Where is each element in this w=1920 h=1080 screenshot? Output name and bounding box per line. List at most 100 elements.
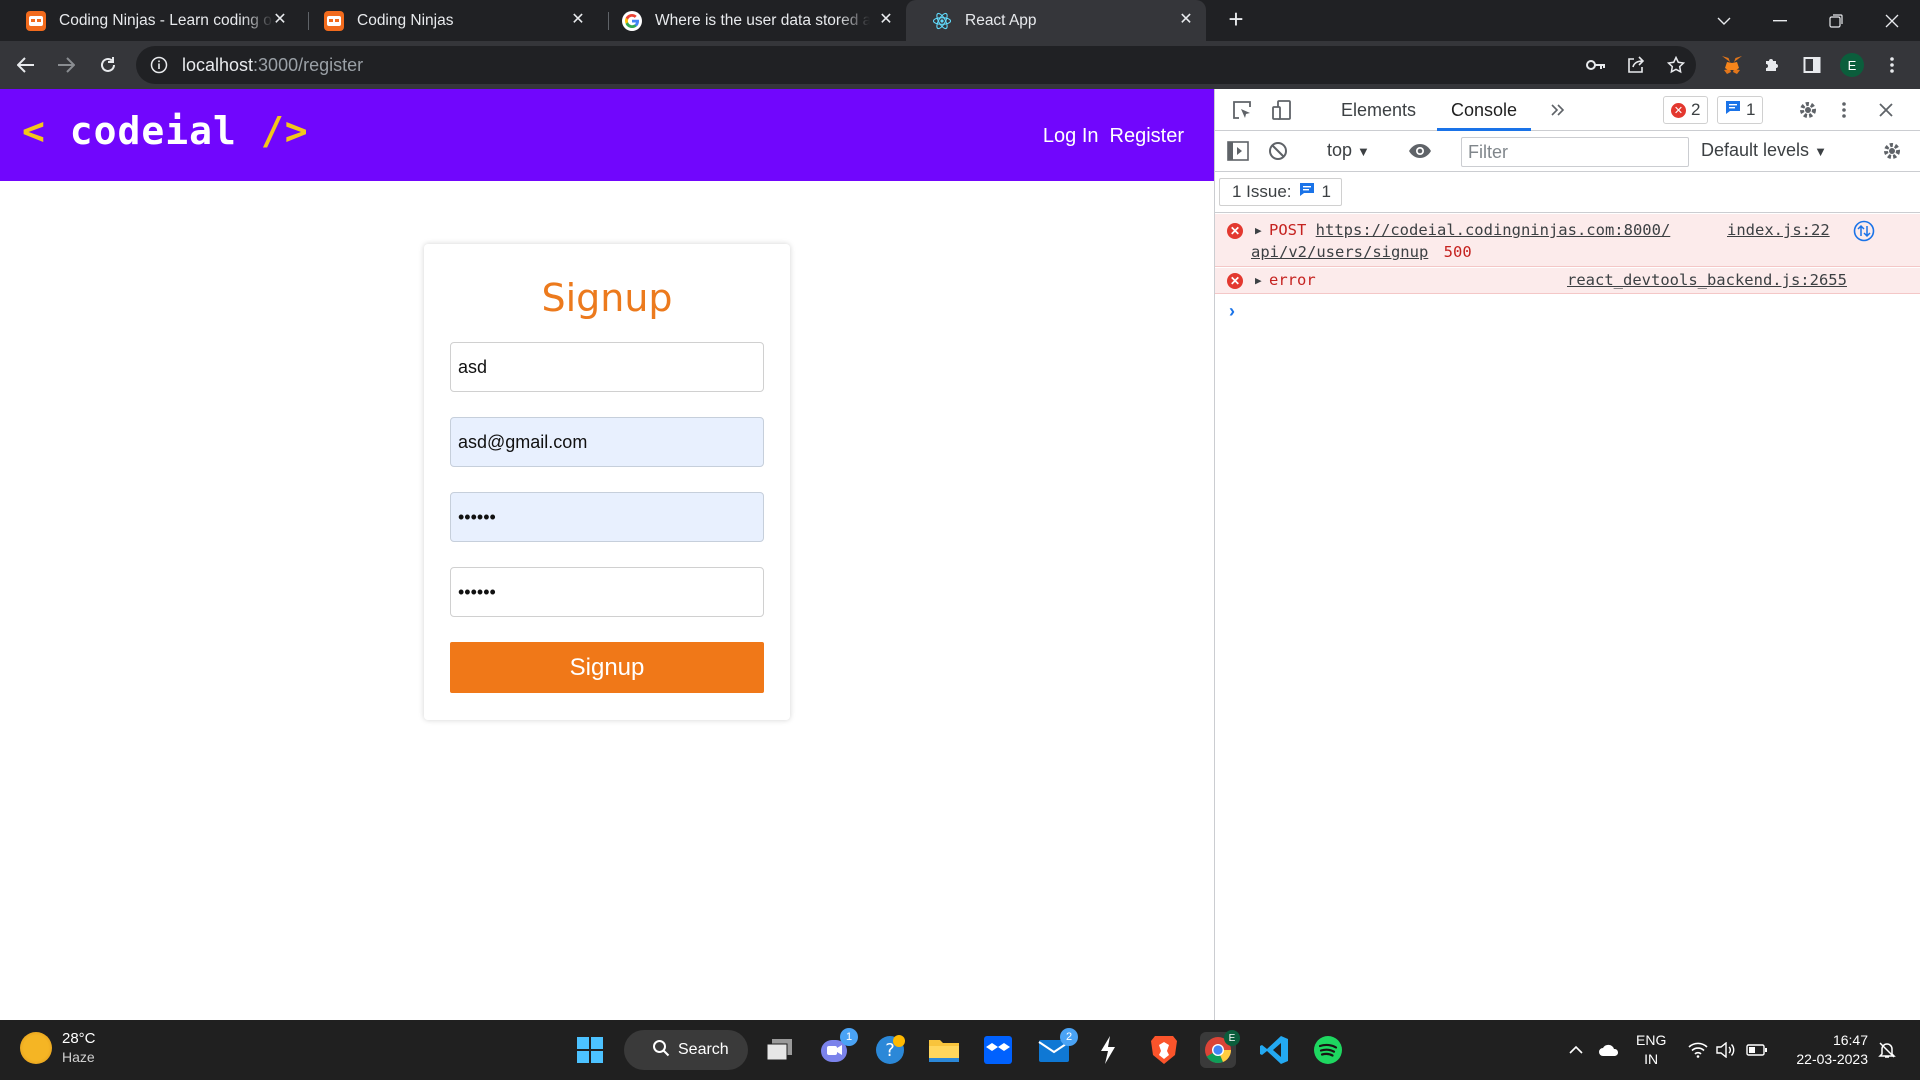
devtools-menu-icon[interactable] bbox=[1831, 97, 1857, 123]
tab-coding-ninjas[interactable]: Coding Ninjas ✕ bbox=[298, 0, 598, 41]
teams-chat-icon[interactable]: 1 bbox=[816, 1028, 858, 1068]
dropbox-icon[interactable] bbox=[980, 1032, 1016, 1068]
task-view-icon[interactable] bbox=[762, 1032, 798, 1068]
show-hidden-icons-chevron[interactable] bbox=[1568, 1020, 1584, 1080]
clear-console-icon[interactable] bbox=[1265, 138, 1291, 164]
more-tabs-chevron-icon[interactable] bbox=[1545, 97, 1571, 123]
window-controls bbox=[1696, 0, 1920, 41]
name-field[interactable] bbox=[450, 342, 764, 392]
register-link[interactable]: Register bbox=[1110, 125, 1184, 148]
issues-count: 1 bbox=[1321, 182, 1332, 201]
minimize-icon[interactable] bbox=[1752, 0, 1808, 41]
confirm-password-field[interactable] bbox=[450, 567, 764, 617]
network-request-icon[interactable] bbox=[1853, 220, 1875, 246]
context-label: top bbox=[1327, 140, 1353, 160]
system-clock[interactable]: 16:47 22-03-2023 bbox=[1796, 1031, 1868, 1069]
spotify-icon[interactable] bbox=[1310, 1032, 1346, 1068]
device-toolbar-icon[interactable] bbox=[1269, 97, 1295, 123]
restore-icon[interactable] bbox=[1808, 0, 1864, 41]
profile-badge: E bbox=[1224, 1030, 1240, 1046]
settings-gear-icon[interactable] bbox=[1795, 97, 1821, 123]
bookmark-star-icon[interactable] bbox=[1656, 46, 1696, 84]
tab-google-search[interactable]: Where is the user data stored after sign… bbox=[596, 0, 906, 41]
tab-title: Where is the user data stored after sign… bbox=[655, 11, 870, 29]
message-icon bbox=[1725, 100, 1741, 120]
reload-icon[interactable] bbox=[94, 51, 122, 79]
signup-button[interactable]: Signup bbox=[450, 642, 764, 693]
language-indicator[interactable]: ENG IN bbox=[1636, 1031, 1666, 1069]
tab-coding-ninjas-learn[interactable]: Coding Ninjas - Learn coding online ✕ bbox=[0, 0, 300, 41]
tab-search-icon[interactable] bbox=[1696, 0, 1752, 41]
error-icon: ✕ bbox=[1671, 102, 1686, 118]
chrome-icon[interactable]: E bbox=[1200, 1030, 1240, 1068]
live-expression-eye-icon[interactable] bbox=[1407, 138, 1433, 164]
back-arrow-icon[interactable] bbox=[12, 51, 40, 79]
console-error-message[interactable]: ✕ ▶ error react_devtools_backend.js:2655 bbox=[1215, 268, 1920, 294]
close-icon[interactable]: ✕ bbox=[568, 10, 588, 30]
devtools-panel: Elements Console ✕ 2 1 top ▼ Filter Defa… bbox=[1214, 89, 1920, 1020]
onedrive-cloud-icon[interactable] bbox=[1598, 1020, 1620, 1080]
error-count-badge[interactable]: ✕ 2 bbox=[1663, 96, 1709, 124]
address-bar[interactable]: localhost:3000/register bbox=[136, 46, 1696, 84]
vscode-icon[interactable] bbox=[1256, 1032, 1292, 1068]
tab-console[interactable]: Console bbox=[1437, 89, 1532, 131]
dropdown-caret-icon: ▼ bbox=[1357, 144, 1370, 159]
profile-avatar[interactable]: E bbox=[1838, 51, 1866, 79]
status-code: 500 bbox=[1443, 243, 1472, 261]
svg-text:?: ? bbox=[885, 1040, 895, 1061]
tab-elements[interactable]: Elements bbox=[1327, 89, 1430, 131]
expand-triangle-icon[interactable]: ▶ bbox=[1255, 274, 1262, 287]
taskbar-search[interactable]: Search bbox=[624, 1030, 748, 1070]
brave-browser-icon[interactable] bbox=[1146, 1032, 1182, 1068]
site-info-icon[interactable] bbox=[150, 56, 168, 74]
metamask-fox-icon[interactable] bbox=[1718, 51, 1746, 79]
weather-widget[interactable]: 28°C Haze bbox=[20, 1030, 96, 1066]
email-field[interactable] bbox=[450, 417, 764, 467]
forward-arrow-icon[interactable] bbox=[52, 51, 80, 79]
notification-bell-icon[interactable] bbox=[1878, 1020, 1896, 1080]
close-devtools-icon[interactable] bbox=[1873, 97, 1899, 123]
file-explorer-icon[interactable] bbox=[926, 1032, 962, 1068]
windows-start-icon[interactable] bbox=[572, 1032, 608, 1068]
close-window-icon[interactable] bbox=[1864, 0, 1920, 41]
get-help-icon[interactable]: ? bbox=[872, 1032, 908, 1068]
sidebar-toggle-icon[interactable] bbox=[1225, 138, 1251, 164]
volume-icon[interactable] bbox=[1716, 1020, 1736, 1080]
share-icon[interactable] bbox=[1616, 46, 1656, 84]
bolt-app-icon[interactable] bbox=[1090, 1032, 1126, 1068]
inspect-element-icon[interactable] bbox=[1229, 97, 1255, 123]
language-code: ENG bbox=[1636, 1032, 1667, 1048]
source-link[interactable]: index.js:22 bbox=[1727, 221, 1830, 239]
message-count-badge[interactable]: 1 bbox=[1717, 96, 1764, 124]
close-icon[interactable]: ✕ bbox=[876, 10, 896, 30]
side-panel-icon[interactable] bbox=[1798, 51, 1826, 79]
message-icon bbox=[1299, 182, 1315, 202]
region-code: IN bbox=[1644, 1051, 1659, 1067]
tab-react-app[interactable]: React App ✕ bbox=[906, 0, 1206, 41]
console-error-message[interactable]: ✕ ▶ POST https://codeial.codingninjas.co… bbox=[1215, 214, 1920, 267]
google-icon bbox=[622, 10, 642, 31]
request-url-continued[interactable]: api/v2/users/signup bbox=[1251, 243, 1428, 261]
request-url[interactable]: https://codeial.codingninjas.com:8000/ bbox=[1316, 221, 1671, 239]
source-link[interactable]: react_devtools_backend.js:2655 bbox=[1567, 271, 1847, 289]
issues-button[interactable]: 1 Issue: 1 bbox=[1219, 178, 1343, 206]
mail-icon[interactable]: 2 bbox=[1036, 1028, 1078, 1068]
console-settings-gear-icon[interactable] bbox=[1879, 138, 1905, 164]
new-tab-button[interactable]: + bbox=[1222, 6, 1250, 34]
browser-toolbar: localhost:3000/register E bbox=[0, 41, 1920, 89]
expand-triangle-icon[interactable]: ▶ bbox=[1255, 224, 1262, 237]
context-selector[interactable]: top ▼ bbox=[1327, 140, 1370, 161]
wifi-icon[interactable] bbox=[1688, 1020, 1708, 1080]
password-field[interactable] bbox=[450, 492, 764, 542]
battery-icon[interactable] bbox=[1746, 1020, 1768, 1080]
more-menu-icon[interactable] bbox=[1878, 51, 1906, 79]
close-icon[interactable]: ✕ bbox=[1176, 10, 1196, 30]
console-prompt-icon[interactable]: › bbox=[1229, 301, 1235, 322]
codeial-logo[interactable]: < codeial /> bbox=[22, 109, 309, 153]
log-levels-dropdown[interactable]: Default levels ▼ bbox=[1701, 140, 1827, 161]
extensions-puzzle-icon[interactable] bbox=[1758, 51, 1786, 79]
close-icon[interactable]: ✕ bbox=[270, 10, 290, 30]
key-icon[interactable] bbox=[1576, 46, 1616, 84]
login-link[interactable]: Log In bbox=[1043, 125, 1099, 148]
console-filter-input[interactable]: Filter bbox=[1461, 137, 1689, 167]
